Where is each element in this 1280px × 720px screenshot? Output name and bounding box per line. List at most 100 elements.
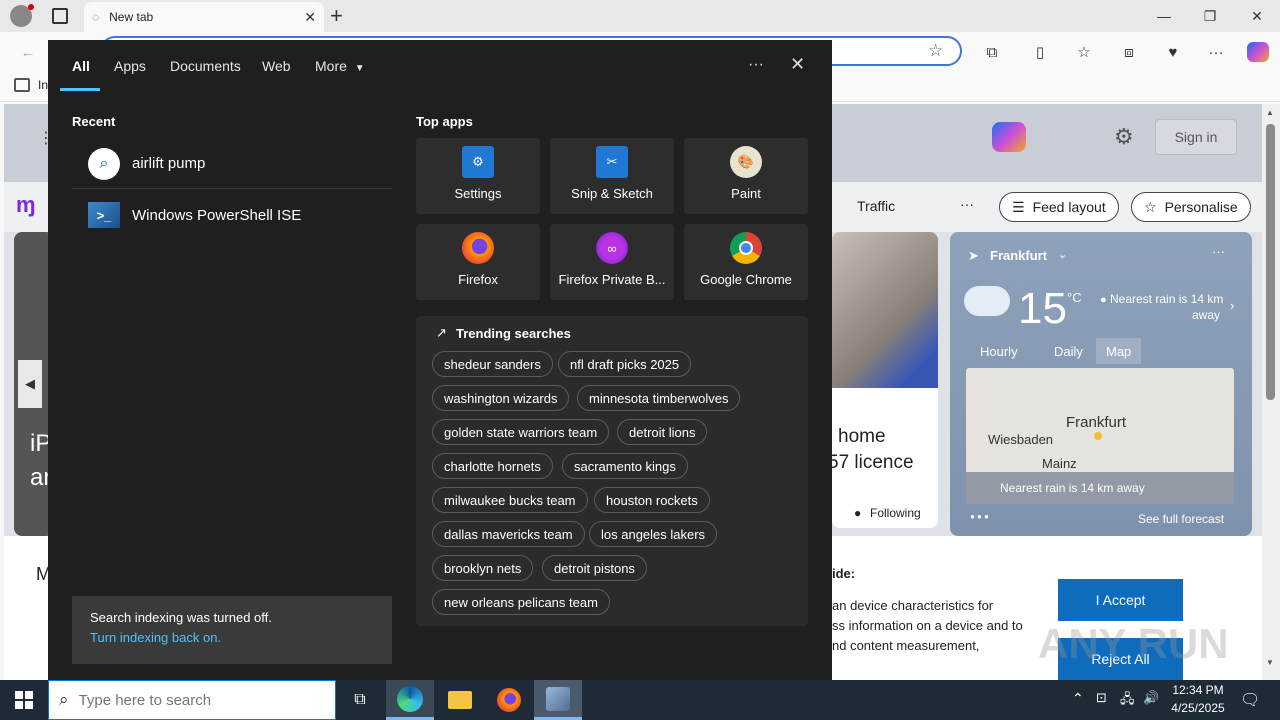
see-full-forecast-link[interactable]: See full forecast — [1138, 512, 1224, 526]
app-label: Firefox — [458, 272, 498, 287]
edge-icon — [397, 685, 423, 712]
weather-more-icon[interactable]: ··· — [1212, 244, 1225, 259]
close-panel-icon[interactable]: ✕ — [790, 54, 805, 75]
taskbar-app-active[interactable] — [534, 680, 582, 720]
favbar-item[interactable]: In — [38, 78, 48, 92]
tab-daily[interactable]: Daily — [1044, 338, 1093, 364]
trending-chip[interactable]: detroit pistons — [542, 555, 647, 581]
tab-all[interactable]: All — [72, 58, 90, 74]
page-scrollbar[interactable]: ▲ ▼ — [1262, 104, 1280, 680]
app-tile-firefox-private[interactable]: ∞ Firefox Private B... — [550, 224, 674, 300]
performance-icon[interactable]: ♥ — [1161, 40, 1185, 64]
gear-icon[interactable]: ⚙ — [1114, 124, 1134, 150]
feed-layout-button[interactable]: ☰ Feed layout — [999, 192, 1119, 222]
restore-button[interactable]: ❐ — [1187, 0, 1233, 32]
split-screen-icon[interactable]: ▯ — [1028, 40, 1052, 64]
volume-icon[interactable]: 🔊 — [1143, 690, 1159, 706]
tab-strip: ◌ New tab ✕ + — ❐ ✕ — [0, 0, 1280, 32]
tray-app-icon[interactable]: ⊡ — [1096, 690, 1107, 706]
favorite-star-icon[interactable]: ☆ — [928, 41, 943, 61]
scroll-thumb[interactable] — [1266, 124, 1275, 400]
close-tab-icon[interactable]: ✕ — [304, 9, 316, 26]
trending-chip[interactable]: detroit lions — [617, 419, 708, 445]
tab-web[interactable]: Web — [262, 58, 291, 74]
new-tab-button[interactable]: + — [330, 3, 343, 29]
scroll-up-icon[interactable]: ▲ — [1266, 108, 1274, 117]
app-tile-settings[interactable]: ⚙ Settings — [416, 138, 540, 214]
trending-chip[interactable]: dallas mavericks team — [432, 521, 585, 547]
map-footer[interactable]: Nearest rain is 14 km away — [966, 472, 1234, 504]
back-icon[interactable]: ← — [16, 40, 40, 64]
favorites-icon[interactable]: ☆ — [1072, 40, 1096, 64]
tray-overflow-icon[interactable]: ⌃ — [1072, 690, 1084, 707]
tab-actions-icon[interactable] — [52, 8, 68, 24]
nav-more[interactable]: ··· — [960, 196, 974, 212]
task-view-button[interactable]: ⧉ — [336, 680, 384, 720]
weather-card[interactable]: ➤ Frankfurt ⌄ ··· 15 °C ● Nearest rain i… — [950, 232, 1252, 536]
recent-item-airlift[interactable]: ⌕ airlift pump — [72, 139, 392, 189]
trending-chip[interactable]: golden state warriors team — [432, 419, 610, 445]
import-favorites-icon[interactable] — [14, 78, 30, 92]
nav-traffic[interactable]: Traffic — [857, 198, 895, 214]
active-tab-indicator — [60, 88, 100, 91]
tab-title: New tab — [109, 10, 154, 24]
recent-item-powershell[interactable]: >_ Windows PowerShell ISE — [72, 190, 392, 240]
collections-icon[interactable]: ⧈ — [1117, 40, 1141, 64]
clock-date[interactable]: 4/25/2025 — [1166, 701, 1230, 715]
weather-map[interactable]: Frankfurt Wiesbaden Mainz Nearest rain i… — [966, 368, 1234, 504]
weather-next-icon[interactable]: › — [1230, 298, 1234, 313]
trending-chip[interactable]: houston rockets — [594, 487, 710, 513]
trending-chip[interactable]: los angeles lakers — [589, 521, 718, 547]
app-label: Firefox Private B... — [558, 272, 666, 287]
clock-time[interactable]: 12:34 PM — [1170, 683, 1226, 697]
tab-apps[interactable]: Apps — [114, 58, 146, 74]
trending-chip[interactable]: new orleans pelicans team — [432, 589, 610, 615]
taskbar-search-input[interactable] — [78, 691, 309, 709]
app-tile-snip-sketch[interactable]: ✂ Snip & Sketch — [550, 138, 674, 214]
copilot-search-icon[interactable] — [992, 122, 1026, 152]
trending-chip[interactable]: shedeur sanders — [432, 351, 553, 377]
tab-hourly[interactable]: Hourly — [970, 338, 1028, 364]
carousel-prev-button[interactable]: ◀ — [18, 360, 42, 408]
settings-more-icon[interactable]: ··· — [1204, 40, 1228, 64]
taskbar-edge[interactable] — [386, 680, 434, 720]
network-icon[interactable]: 🖧 — [1120, 690, 1135, 712]
tab-new-tab[interactable]: ◌ New tab ✕ — [84, 2, 324, 32]
accept-button[interactable]: I Accept — [1058, 579, 1183, 621]
app-tile-firefox[interactable]: Firefox — [416, 224, 540, 300]
firefox-private-icon: ∞ — [596, 232, 628, 264]
taskbar-file-explorer[interactable] — [436, 680, 484, 720]
indexing-link[interactable]: Turn indexing back on. — [90, 630, 374, 645]
trending-chip[interactable]: sacramento kings — [562, 453, 688, 479]
scroll-down-icon[interactable]: ▼ — [1266, 658, 1274, 667]
tab-more[interactable]: More ▼ — [315, 58, 365, 74]
copilot-icon[interactable] — [1246, 40, 1270, 64]
news-card[interactable]: home 57 licence ● Following — [832, 232, 938, 528]
personalise-button[interactable]: ☆ Personalise — [1131, 192, 1251, 222]
start-button[interactable] — [0, 680, 48, 720]
app-tile-paint[interactable]: 🎨 Paint — [684, 138, 808, 214]
options-menu[interactable]: ··· — [748, 56, 764, 74]
chevron-down-icon: ▼ — [354, 63, 365, 74]
sign-in-button[interactable]: Sign in — [1155, 119, 1237, 155]
minimize-button[interactable]: — — [1141, 0, 1187, 32]
city-dropdown-icon[interactable]: ⌄ — [1058, 248, 1067, 261]
app-tile-chrome[interactable]: Google Chrome — [684, 224, 808, 300]
trending-chip[interactable]: brooklyn nets — [432, 555, 534, 581]
close-window-button[interactable]: ✕ — [1234, 0, 1280, 32]
trending-searches-panel: ↗ Trending searches shedeur sanders nfl … — [416, 316, 808, 626]
trending-chip[interactable]: charlotte hornets — [432, 453, 553, 479]
tab-documents[interactable]: Documents — [170, 58, 241, 74]
taskbar-search-box[interactable]: ⌕ — [48, 680, 336, 720]
extensions-icon[interactable]: ⧉ — [980, 40, 1004, 64]
trending-chip[interactable]: minnesota timberwolves — [577, 385, 741, 411]
trending-chip[interactable]: nfl draft picks 2025 — [558, 351, 692, 377]
trending-chip[interactable]: washington wizards — [432, 385, 570, 411]
tab-map[interactable]: Map — [1096, 338, 1142, 364]
weather-city[interactable]: Frankfurt — [990, 248, 1047, 263]
notification-icon[interactable]: 🗨 — [1240, 690, 1260, 710]
taskbar-firefox[interactable] — [485, 680, 533, 720]
following-label[interactable]: Following — [870, 506, 921, 520]
app-label: Settings — [454, 186, 502, 201]
trending-chip[interactable]: milwaukee bucks team — [432, 487, 588, 513]
